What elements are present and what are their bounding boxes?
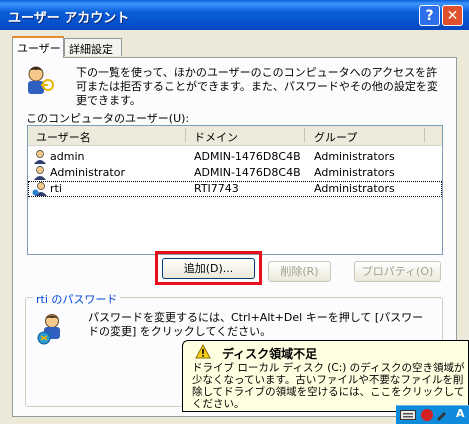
tab-advanced[interactable]: 詳細設定: [64, 38, 122, 56]
description-text: 下の一覧を使って、ほかのユーザーのこのコンピュータへのアクセスを許可または拒否す…: [76, 66, 438, 107]
user-key-icon: [37, 314, 60, 345]
title-bar[interactable]: ユーザー アカウント ? ✕: [0, 0, 469, 30]
users-list[interactable]: ユーザー名 ドメイン グループ admin ADMIN-1476D8C4B Ad…: [27, 125, 443, 255]
pen-icon[interactable]: [435, 409, 447, 421]
remove-button[interactable]: 削除(R): [268, 261, 331, 282]
column-header-group[interactable]: グループ: [314, 129, 357, 145]
users-icon: [28, 66, 54, 94]
user-icon: [32, 182, 47, 196]
user-icon: [34, 166, 46, 180]
list-header: ユーザー名 ドメイン グループ: [28, 126, 442, 146]
users-list-label: このコンピュータのユーザー(U):: [26, 112, 190, 125]
cell-user-name: admin: [50, 150, 85, 163]
help-red-icon[interactable]: [420, 408, 434, 422]
add-button[interactable]: 追加(D)...: [162, 258, 255, 279]
cell-domain: ADMIN-1476D8C4B: [194, 150, 301, 163]
cell-group: Administrators: [314, 182, 395, 195]
balloon-text[interactable]: ドライブ ローカル ディスク (C:) のディスクの空き領域が少なくなっています…: [192, 362, 469, 410]
cell-user-name: rti: [50, 182, 62, 195]
table-row-admin[interactable]: admin ADMIN-1476D8C4B Administrators: [28, 149, 442, 165]
table-row-rti[interactable]: rti RTI7743 Administrators: [28, 181, 442, 197]
table-row-administrator[interactable]: Administrator ADMIN-1476D8C4B Administra…: [28, 165, 442, 181]
cell-user-name: Administrator: [50, 166, 125, 179]
cell-domain: ADMIN-1476D8C4B: [194, 166, 301, 179]
column-header-user[interactable]: ユーザー名: [36, 129, 91, 145]
warning-icon: [195, 344, 211, 359]
properties-button[interactable]: プロパティ(O): [354, 261, 441, 282]
system-tray: A: [396, 405, 469, 424]
close-button[interactable]: ✕: [442, 5, 463, 26]
window-title: ユーザー アカウント: [8, 11, 130, 26]
password-group-label: rti のパスワード: [33, 291, 121, 307]
column-header-domain[interactable]: ドメイン: [194, 129, 238, 145]
cell-group: Administrators: [314, 150, 395, 163]
user-icon: [34, 150, 46, 164]
balloon-title: ディスク領域不足: [222, 347, 318, 361]
password-instructions: パスワードを変更するには、Ctrl+Alt+Del キーを押して [パスワードの…: [88, 311, 424, 338]
ime-indicator[interactable]: A: [456, 407, 465, 420]
help-button[interactable]: ?: [419, 5, 440, 26]
tab-users[interactable]: ユーザー: [12, 36, 64, 58]
cell-group: Administrators: [314, 166, 395, 179]
keyboard-icon[interactable]: [400, 409, 416, 421]
cell-domain: RTI7743: [194, 182, 239, 195]
